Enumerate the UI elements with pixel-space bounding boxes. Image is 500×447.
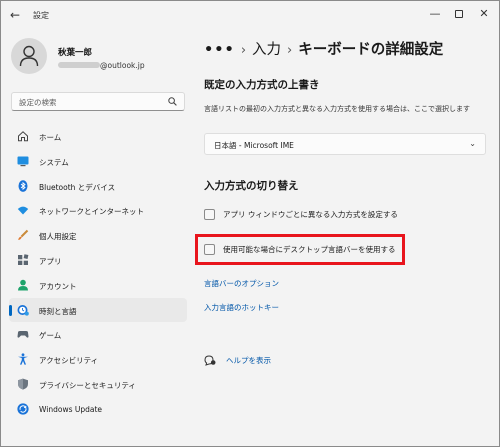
breadcrumb: ••• › 入力 › キーボードの詳細設定: [204, 38, 443, 59]
active-indicator: [9, 304, 12, 316]
shield-icon: [18, 378, 28, 390]
minimize-button[interactable]: —: [423, 5, 447, 23]
window-title: 設定: [33, 11, 49, 20]
input-language-hotkeys-link[interactable]: 入力言語のホットキー: [204, 302, 279, 313]
maximize-icon: [455, 10, 463, 18]
gaming-icon: [17, 331, 29, 338]
sidebar-item-label: アカウント: [39, 281, 77, 291]
per-app-input-method-checkbox[interactable]: [204, 208, 215, 220]
sidebar-item-network[interactable]: ネットワークとインターネット: [9, 198, 187, 223]
per-app-input-method-label: アプリ ウィンドウごとに異なる入力方式を設定する: [223, 209, 398, 219]
account-icon: [18, 279, 28, 291]
override-description: 言語リストの最初の入力方式と異なる入力方式を使用する場合は、ここで選択します: [204, 105, 470, 113]
apps-icon: [18, 254, 29, 265]
sidebar-item-label: 個人用設定: [39, 232, 77, 242]
chevron-down-icon: ⌄: [469, 139, 476, 148]
search-placeholder: 設定の検索: [19, 98, 57, 107]
breadcrumb-more[interactable]: •••: [204, 42, 235, 58]
sidebar-item-label: 時刻と言語: [39, 306, 77, 316]
language-bar-options-link[interactable]: 言語バーのオプション: [204, 278, 279, 289]
title-bar: ← 設定 — ✕: [1, 1, 499, 31]
page-title: キーボードの詳細設定: [298, 42, 444, 58]
sidebar-item-label: ネットワークとインターネット: [39, 207, 144, 217]
sidebar-item-personalization[interactable]: 個人用設定: [9, 223, 187, 248]
sidebar-item-label: ホーム: [39, 133, 62, 142]
user-name: 秋葉一郎: [58, 48, 93, 58]
breadcrumb-separator: ›: [240, 43, 247, 58]
time-language-icon: [17, 304, 29, 316]
switching-section-title: 入力方式の切り替え: [204, 180, 299, 192]
maximize-button[interactable]: [447, 5, 471, 23]
settings-window: ← 設定 — ✕ 秋葉一郎 @outlook.jp 設定の検索 ホーム システム: [0, 0, 500, 447]
sidebar-item-label: Bluetooth とデバイス: [39, 182, 116, 192]
sidebar-item-gaming[interactable]: ゲーム: [9, 322, 187, 347]
bluetooth-icon: [18, 179, 28, 192]
sidebar-item-bluetooth[interactable]: Bluetooth とデバイス: [9, 174, 187, 199]
help-label: ヘルプを表示: [226, 356, 271, 365]
brush-icon: [18, 229, 29, 241]
home-icon: [18, 131, 28, 142]
sidebar-item-time-language[interactable]: 時刻と言語: [9, 297, 187, 323]
system-icon: [17, 156, 29, 166]
back-arrow-icon[interactable]: ←: [10, 8, 20, 22]
sidebar-item-accounts[interactable]: アカウント: [9, 273, 187, 298]
email-redacted: [58, 62, 100, 68]
sidebar-item-label: ゲーム: [39, 331, 62, 341]
email-domain: @outlook.jp: [100, 60, 145, 70]
sidebar-item-windows-update[interactable]: Windows Update: [9, 397, 187, 422]
user-email: @outlook.jp: [58, 59, 145, 71]
close-button[interactable]: ✕: [472, 5, 496, 23]
sidebar-item-home[interactable]: ホーム: [9, 124, 187, 149]
wifi-icon: [17, 206, 29, 215]
sidebar-item-label: プライバシーとセキュリティ: [39, 380, 136, 390]
sidebar-item-label: システム: [39, 157, 69, 167]
accessibility-icon: [18, 353, 28, 365]
dropdown-selected-value: 日本語 - Microsoft IME: [214, 141, 294, 150]
sidebar-nav: ホーム システム Bluetooth とデバイス ネットワークとインターネット …: [9, 124, 187, 422]
sidebar-item-label: アプリ: [39, 256, 62, 266]
sidebar-item-accessibility[interactable]: アクセシビリティ: [9, 347, 187, 372]
breadcrumb-separator: ›: [287, 43, 293, 58]
sidebar-item-apps[interactable]: アプリ: [9, 248, 187, 273]
sidebar-item-system[interactable]: システム: [9, 149, 187, 174]
per-app-input-method-option[interactable]: アプリ ウィンドウごとに異なる入力方式を設定する: [204, 207, 398, 221]
search-input[interactable]: 設定の検索: [11, 92, 185, 111]
windows-update-icon: [17, 403, 29, 415]
sidebar-item-label: Windows Update: [39, 404, 103, 414]
help-icon: [204, 355, 216, 366]
highlight-box: [195, 234, 405, 265]
override-section-title: 既定の入力方式の上書き: [204, 79, 320, 91]
avatar[interactable]: [11, 38, 47, 74]
help-link[interactable]: ヘルプを表示: [204, 355, 271, 366]
breadcrumb-parent[interactable]: 入力: [252, 42, 281, 58]
person-icon: [19, 45, 39, 67]
sidebar-item-privacy[interactable]: プライバシーとセキュリティ: [9, 372, 187, 397]
search-icon: [168, 97, 177, 106]
input-method-dropdown[interactable]: 日本語 - Microsoft IME ⌄: [204, 133, 486, 155]
sidebar-item-label: アクセシビリティ: [39, 356, 99, 366]
